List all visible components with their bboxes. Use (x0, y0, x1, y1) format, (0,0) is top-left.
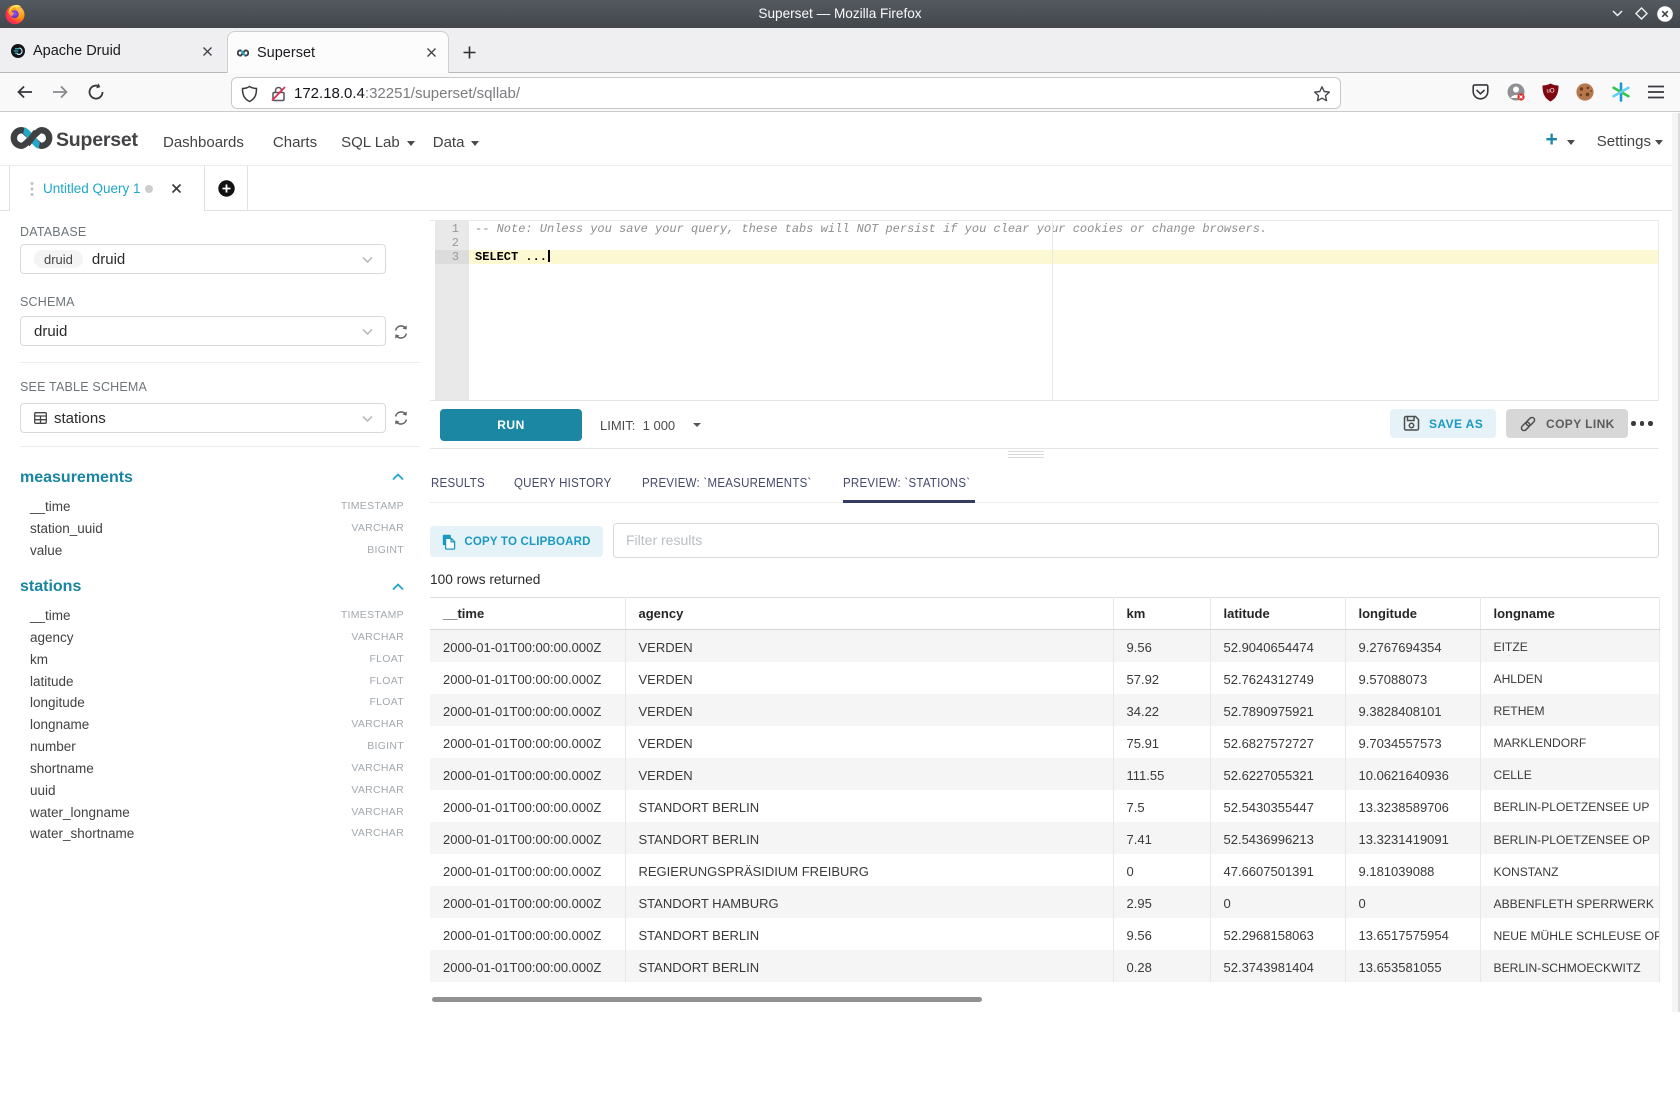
svg-text:uO: uO (1546, 88, 1554, 94)
